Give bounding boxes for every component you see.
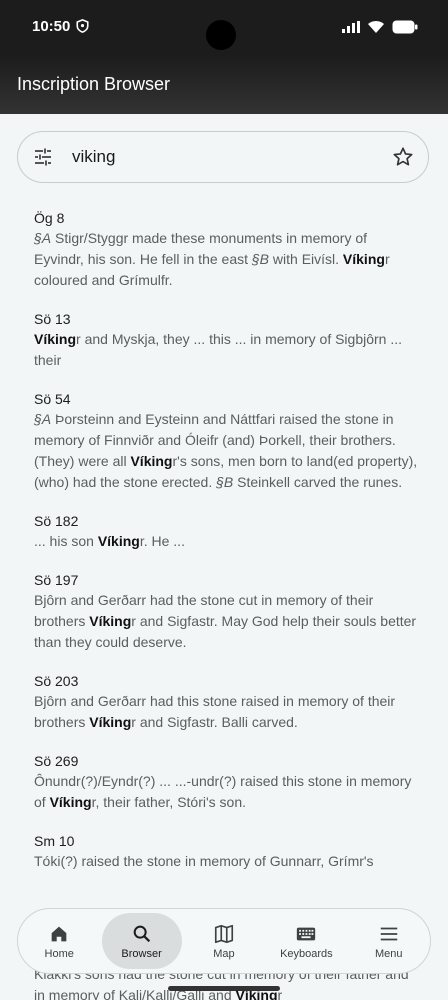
nav-item-map[interactable]: Map: [186, 915, 262, 967]
list-item[interactable]: Sm 10 Tóki(?) raised the stone in memory …: [34, 831, 418, 872]
bottom-navigation: Home Browser Map Keyboards Menu: [17, 908, 431, 974]
list-item[interactable]: Sö 203 Bjôrn and Gerðarr had this stone r…: [34, 671, 418, 733]
nav-item-menu[interactable]: Menu: [351, 915, 427, 967]
inscription-text: Ônundr(?)/Eyndr(?) ... ...-undr(?) raise…: [34, 773, 412, 810]
search-icon: [133, 925, 150, 942]
inscription-text: Bjôrn and Gerðarr had this stone raised …: [34, 693, 396, 730]
nav-label-keyboards: Keyboards: [280, 947, 333, 960]
inscription-id: Sö 182: [34, 513, 79, 529]
inscription-id: Sö 197: [34, 572, 79, 588]
keyboard-icon: [297, 927, 316, 940]
inscription-id: Sö 13: [34, 311, 71, 327]
inscription-id: Sö 269: [34, 753, 79, 769]
wifi-icon: [368, 20, 384, 33]
inscription-text: ... his son Víkingr. He ...: [34, 533, 185, 549]
list-item[interactable]: Sö 182 ... his son Víkingr. He ...: [34, 511, 418, 552]
nav-label-home: Home: [44, 947, 74, 960]
main-content: Ög 8 §A Stigr/Styggr made these monuments…: [0, 114, 448, 1000]
shield-icon: [76, 19, 89, 33]
inscription-id: Sö 54: [34, 391, 71, 407]
inscription-text: Tóki(?) raised the stone in memory of Gu…: [34, 853, 374, 869]
nav-label-map: Map: [213, 947, 235, 960]
map-icon: [214, 924, 234, 943]
camera-cutout: [206, 20, 236, 50]
nav-item-keyboards[interactable]: Keyboards: [268, 915, 344, 967]
phone-screen: 10:50 Inscription Browser viking Ög 8 §A…: [0, 0, 448, 1000]
list-item[interactable]: Sö 54 §A Þorsteinn and Eysteinn and Náttf…: [34, 389, 418, 493]
inscription-text: §A Stigr/Styggr made these monuments in …: [34, 230, 390, 288]
app-bar: Inscription Browser: [0, 56, 448, 114]
inscription-text: §A Þorsteinn and Eysteinn and Náttfari r…: [34, 411, 418, 490]
results-list: Ög 8 §A Stigr/Styggr made these monuments…: [34, 208, 418, 890]
list-item[interactable]: Sö 13 Víkingr and Myskja, they ... this .…: [34, 309, 418, 371]
page-title: Inscription Browser: [17, 74, 171, 94]
list-item[interactable]: Sö 269 Ônundr(?)/Eyndr(?) ... ...-undr(?)…: [34, 751, 418, 813]
nav-item-browser[interactable]: Browser: [101, 913, 182, 969]
nav-label-browser: Browser: [121, 947, 162, 960]
search-bar: [17, 131, 429, 183]
tune-icon[interactable]: [34, 148, 52, 166]
nav-item-home[interactable]: Home: [21, 915, 97, 967]
inscription-id: Sm 10: [34, 833, 75, 849]
list-item[interactable]: Ög 8 §A Stigr/Styggr made these monuments…: [34, 208, 418, 291]
home-icon: [51, 926, 67, 941]
inscription-id: Sö 203: [34, 673, 79, 689]
search-input[interactable]: [72, 142, 372, 172]
star-outline-icon[interactable]: [392, 146, 414, 168]
inscription-text: Víkingr and Myskja, they ... this ... in…: [34, 331, 403, 368]
status-bar: 10:50: [0, 0, 448, 56]
battery-icon: [392, 20, 418, 34]
inscription-text: Bjôrn and Gerðarr had the stone cut in m…: [34, 592, 417, 650]
signal-icon: [342, 21, 360, 33]
status-time: 10:50: [32, 18, 71, 35]
list-item[interactable]: Sö 197 Bjôrn and Gerðarr had the stone cu…: [34, 570, 418, 653]
status-icons: [342, 20, 418, 34]
nav-label-menu: Menu: [374, 947, 403, 960]
inscription-id: Ög 8: [34, 210, 65, 226]
menu-icon: [380, 927, 397, 940]
home-indicator[interactable]: [168, 986, 280, 991]
